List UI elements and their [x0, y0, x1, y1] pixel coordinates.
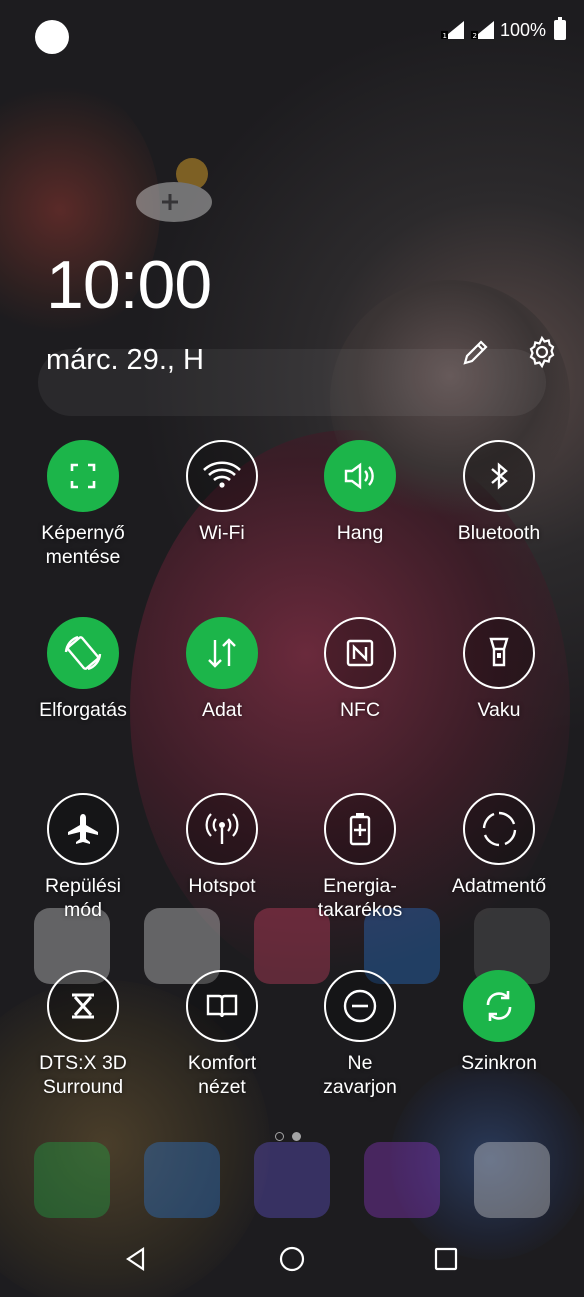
- tile-volume[interactable]: Hang: [290, 440, 430, 580]
- tile-flashlight[interactable]: Vaku: [429, 617, 569, 757]
- nfc-icon: [346, 639, 374, 667]
- tile-label: Repülési mód: [45, 875, 121, 921]
- svg-text:1: 1: [442, 32, 446, 40]
- weather-widget-icon: [134, 146, 224, 226]
- sync-icon: [486, 991, 512, 1021]
- tile-airplane[interactable]: Repülési mód: [13, 793, 153, 933]
- settings-button[interactable]: [522, 332, 562, 372]
- gear-icon: [529, 335, 555, 369]
- tile-toggle[interactable]: [186, 970, 258, 1042]
- tile-sync[interactable]: Szinkron: [429, 970, 569, 1110]
- battery-icon: [554, 17, 566, 40]
- tile-toggle[interactable]: [324, 440, 396, 512]
- recents-icon: [434, 1247, 458, 1271]
- tile-label: NFC: [339, 699, 381, 721]
- tile-do-not-disturb[interactable]: Ne zavarjon: [290, 970, 430, 1110]
- tile-label: Bluetooth: [457, 522, 541, 544]
- tile-data-saver[interactable]: Adatmentő: [429, 793, 569, 933]
- tile-nfc[interactable]: NFC: [290, 617, 430, 757]
- page-indicator: [275, 1132, 301, 1141]
- tile-toggle[interactable]: [186, 793, 258, 865]
- recents-button[interactable]: [426, 1239, 466, 1279]
- tile-label: Szinkron: [461, 1052, 537, 1074]
- dock-app-camera: [254, 1142, 330, 1218]
- tile-toggle[interactable]: [463, 440, 535, 512]
- pencil-icon: [463, 340, 488, 365]
- tile-label: Komfort nézet: [187, 1052, 257, 1098]
- tile-toggle[interactable]: [324, 970, 396, 1042]
- comfort-view-icon: [206, 994, 238, 1018]
- battery-saver-icon: [349, 813, 371, 846]
- tile-toggle[interactable]: [463, 793, 535, 865]
- tile-label: Adat: [201, 699, 243, 721]
- dock-app-chrome: [474, 1142, 550, 1218]
- tile-toggle[interactable]: [324, 617, 396, 689]
- home-button[interactable]: [272, 1239, 312, 1279]
- clock-date: márc. 29., H: [46, 344, 204, 376]
- tile-wifi[interactable]: Wi-Fi: [152, 440, 292, 580]
- tile-rotate[interactable]: Elforgatás: [13, 617, 153, 757]
- tile-label: Energia- takarékos: [317, 875, 403, 921]
- status-bar: 1 2 100%: [440, 16, 566, 44]
- tile-label: Képernyő mentése: [41, 522, 125, 568]
- tile-screen-capture[interactable]: Képernyő mentése: [13, 440, 153, 580]
- tile-label: Hang: [336, 522, 384, 544]
- tile-toggle[interactable]: [324, 793, 396, 865]
- data-saver-icon: [482, 811, 517, 847]
- dock-app-gallery: [364, 1142, 440, 1218]
- tile-label: Ne zavarjon: [323, 1052, 397, 1098]
- tile-label: Vaku: [477, 699, 521, 721]
- tile-bluetooth[interactable]: Bluetooth: [429, 440, 569, 580]
- mobile-data-icon: [208, 638, 236, 668]
- dock-app-phone: [34, 1142, 110, 1218]
- clock-time: 10:00: [46, 247, 212, 323]
- svg-text:2: 2: [472, 32, 476, 40]
- wifi-icon: [203, 461, 241, 488]
- tile-battery-saver[interactable]: Energia- takarékos: [290, 793, 430, 933]
- tile-label: Hotspot: [188, 875, 256, 897]
- home-icon: [279, 1246, 305, 1272]
- tile-toggle[interactable]: [463, 617, 535, 689]
- battery-percent: 100%: [499, 19, 546, 40]
- sim1-signal-icon: 1: [440, 21, 464, 40]
- back-icon: [126, 1246, 145, 1272]
- tile-mobile-data[interactable]: Adat: [152, 617, 292, 757]
- bluetooth-icon: [491, 462, 508, 490]
- navigation-bar: [0, 1227, 584, 1297]
- flashlight-icon: [489, 637, 509, 667]
- camera-cutout: [35, 20, 69, 54]
- tile-label: Adatmentő: [451, 875, 547, 897]
- screen-capture-icon: [70, 463, 96, 489]
- tile-comfort-view[interactable]: Komfort nézet: [152, 970, 292, 1110]
- tile-label: DTS:X 3D Surround: [39, 1052, 127, 1098]
- dtsx-icon: [72, 993, 94, 1019]
- dock-app-messages: [144, 1142, 220, 1218]
- edit-tiles-button[interactable]: [456, 332, 496, 372]
- volume-icon: [344, 462, 374, 490]
- rotate-icon: [64, 635, 102, 671]
- airplane-icon: [68, 814, 98, 844]
- tile-label: Elforgatás: [39, 699, 127, 721]
- tile-toggle[interactable]: [186, 440, 258, 512]
- tile-dtsx[interactable]: DTS:X 3D Surround: [13, 970, 153, 1110]
- do-not-disturb-icon: [343, 989, 377, 1023]
- tile-toggle[interactable]: [186, 617, 258, 689]
- tile-toggle[interactable]: [47, 793, 119, 865]
- back-button[interactable]: [116, 1239, 156, 1279]
- tile-hotspot[interactable]: Hotspot: [152, 793, 292, 933]
- tile-toggle[interactable]: [463, 970, 535, 1042]
- tile-toggle[interactable]: [47, 440, 119, 512]
- tile-label: Wi-Fi: [199, 522, 245, 544]
- hotspot-icon: [205, 813, 239, 844]
- sim2-signal-icon: 2: [470, 21, 494, 40]
- tile-toggle[interactable]: [47, 617, 119, 689]
- tile-toggle[interactable]: [47, 970, 119, 1042]
